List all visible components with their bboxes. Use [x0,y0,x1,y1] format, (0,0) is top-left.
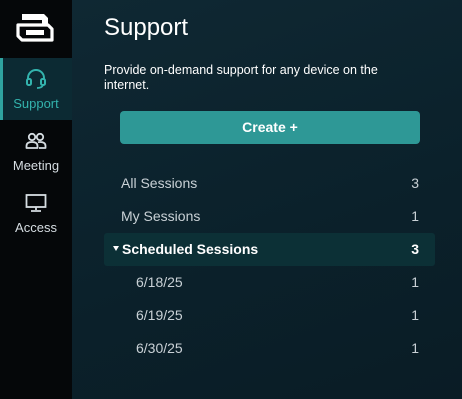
row-count: 3 [411,241,419,257]
row-label: My Sessions [121,208,201,224]
main-panel: Support Provide on-demand support for an… [72,0,462,399]
people-icon [25,132,47,149]
nav-label-meeting: Meeting [12,158,60,173]
monitor-icon [25,194,47,212]
row-label: All Sessions [121,175,198,191]
page-description: Provide on-demand support for any device… [104,63,378,92]
row-label: 6/18/25 [136,274,183,290]
nav-label-support: Support [13,96,59,111]
row-label: Scheduled Sessions [122,241,259,257]
caret-down-icon[interactable] [113,246,119,251]
headset-icon [26,69,46,89]
row-count: 3 [411,175,419,191]
side-nav: Support Meeting Access [0,0,72,399]
row-count: 1 [411,307,419,323]
row-label: 6/19/25 [136,307,183,323]
app-logo-icon[interactable] [14,11,56,43]
page-title: Support [104,14,189,41]
scheduled-date-item[interactable]: 6/19/25 1 [104,299,435,332]
row-label: 6/30/25 [136,340,183,356]
row-count: 1 [411,208,419,224]
row-count: 1 [411,340,419,356]
create-button[interactable]: Create + [120,111,420,144]
row-count: 1 [411,274,419,290]
nav-item-access[interactable]: Access [0,182,72,244]
scheduled-date-item[interactable]: 6/30/25 1 [104,332,435,365]
session-filter-all[interactable]: All Sessions 3 [104,167,435,200]
nav-item-support[interactable]: Support [0,58,72,120]
session-filter-mine[interactable]: My Sessions 1 [104,200,435,233]
nav-label-access: Access [15,220,57,235]
session-filter-scheduled[interactable]: Scheduled Sessions 3 [104,233,435,266]
nav-item-meeting[interactable]: Meeting [0,120,72,182]
scheduled-date-item[interactable]: 6/18/25 1 [104,266,435,299]
